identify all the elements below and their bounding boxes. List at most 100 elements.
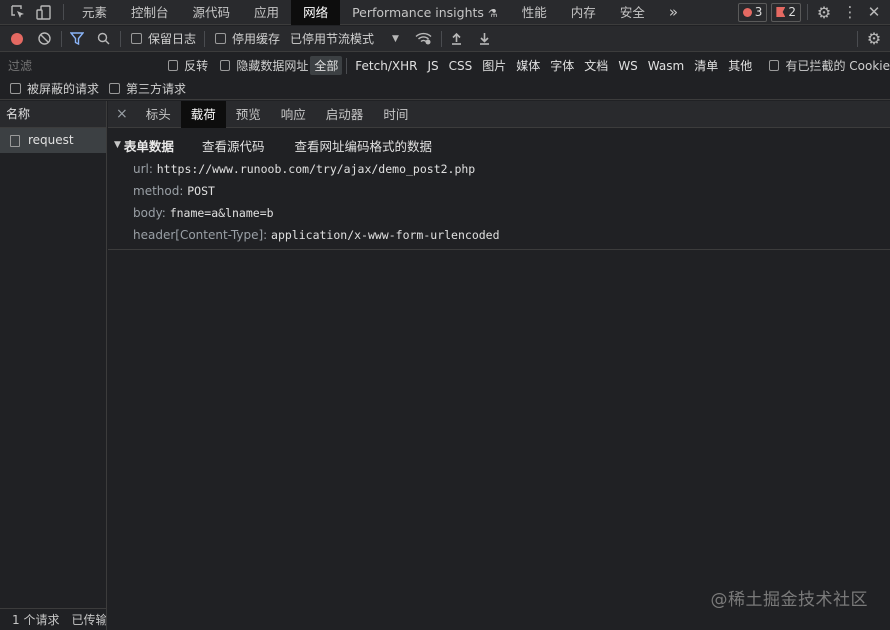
filter-bar: 反转 隐藏数据网址 全部 Fetch/XHR JS CSS 图片 媒体 字体 文…: [0, 53, 890, 78]
tab-memory[interactable]: 内存: [559, 0, 608, 25]
preserve-log-label: 保留日志: [148, 32, 197, 46]
form-field-row: url: https://www.runoob.com/try/ajax/dem…: [108, 158, 890, 180]
tab-sources[interactable]: 源代码: [181, 0, 243, 25]
field-value: application/x-www-form-urlencoded: [271, 228, 500, 242]
device-toolbar-icon[interactable]: [35, 4, 53, 20]
third-party-checkbox[interactable]: [109, 83, 121, 94]
filter-bar-secondary: 被屏蔽的请求 第三方请求: [0, 78, 890, 100]
form-field-row: body: fname=a&lname=b: [108, 202, 890, 224]
request-count: 1 个请求: [12, 613, 60, 627]
disable-cache-label: 停用缓存: [232, 32, 281, 46]
divider: [120, 30, 121, 47]
dropdown-arrow-icon[interactable]: ▼: [392, 34, 399, 44]
tab-performance-insights-label: Performance insights: [352, 4, 484, 20]
filter-type-font[interactable]: 字体: [546, 56, 578, 75]
settings-gear-icon[interactable]: ⚙: [814, 3, 834, 22]
tab-preview[interactable]: 预览: [226, 101, 271, 128]
form-data-header: ▼ 表单数据 查看源代码 查看网址编码格式的数据: [108, 136, 890, 154]
blocked-requests-checkbox[interactable]: [10, 83, 21, 94]
field-key: header[Content-Type]:: [133, 228, 268, 242]
divider: [346, 57, 348, 74]
field-key: body:: [133, 206, 166, 220]
preserve-log-checkbox[interactable]: [131, 33, 142, 44]
request-detail-panel: × 标头 载荷 预览 响应 启动器 时间 ▼ 表单数据 查看源代码 查看网址编码…: [108, 100, 890, 630]
request-name: request: [28, 133, 74, 147]
import-har-upload-icon[interactable]: [450, 32, 464, 45]
expand-triangle-icon[interactable]: ▼: [114, 140, 121, 150]
tab-timing[interactable]: 时间: [373, 101, 418, 128]
tab-payload[interactable]: 载荷: [180, 100, 226, 128]
divider: [440, 30, 442, 47]
tab-console[interactable]: 控制台: [119, 0, 181, 25]
tab-response[interactable]: 响应: [271, 101, 316, 128]
record-button[interactable]: [11, 32, 23, 45]
divider: [857, 30, 858, 47]
name-column-header[interactable]: 名称: [0, 101, 106, 128]
filter-funnel-icon[interactable]: [70, 32, 84, 45]
detail-tab-bar: × 标头 载荷 预览 响应 启动器 时间: [108, 100, 890, 128]
tab-application[interactable]: 应用: [242, 0, 291, 25]
issue-flag-icon: [776, 7, 786, 17]
field-value: https://www.runoob.com/try/ajax/demo_pos…: [156, 162, 476, 176]
tab-headers[interactable]: 标头: [136, 101, 181, 128]
status-bar: 1 个请求 已传输: [0, 608, 106, 630]
filter-type-js[interactable]: JS: [423, 58, 442, 74]
throttling-select[interactable]: 已停用节流模式: [290, 30, 374, 47]
third-party-label: 第三方请求: [126, 82, 187, 96]
errors-count: 3: [754, 5, 763, 19]
disable-cache-checkbox[interactable]: [215, 33, 227, 44]
filter-type-media[interactable]: 媒体: [512, 56, 544, 75]
filter-type-img[interactable]: 图片: [478, 56, 510, 75]
divider: [61, 30, 62, 47]
divider: [204, 30, 206, 47]
form-data-title[interactable]: 表单数据: [124, 136, 174, 155]
request-row[interactable]: request: [0, 128, 106, 153]
filter-type-css[interactable]: CSS: [445, 58, 477, 74]
export-har-download-icon[interactable]: [478, 32, 492, 45]
search-icon[interactable]: [96, 32, 110, 45]
filter-type-ws[interactable]: WS: [614, 58, 641, 74]
view-url-encoded-link[interactable]: 查看网址编码格式的数据: [294, 136, 432, 155]
filter-type-other[interactable]: 其他: [724, 56, 756, 75]
close-detail-icon[interactable]: ×: [108, 101, 136, 128]
issues-count: 2: [788, 5, 796, 19]
form-data-section: ▼ 表单数据 查看源代码 查看网址编码格式的数据 url: https://ww…: [108, 128, 890, 250]
filter-type-all[interactable]: 全部: [310, 56, 343, 75]
form-field-row: header[Content-Type]: application/x-www-…: [108, 224, 890, 246]
more-options-kebab-icon[interactable]: ⋮: [840, 3, 860, 21]
invert-checkbox[interactable]: [167, 60, 179, 71]
view-source-link[interactable]: 查看源代码: [202, 136, 265, 155]
issues-badge[interactable]: 2: [771, 2, 801, 22]
devtools-tab-bar: 元素 控制台 源代码 应用 网络 Performance insights ⚗ …: [0, 0, 890, 25]
tab-elements[interactable]: 元素: [70, 0, 119, 25]
tab-performance[interactable]: 性能: [510, 0, 559, 25]
field-value: fname=a&lname=b: [169, 206, 274, 220]
tab-network[interactable]: 网络: [291, 0, 341, 25]
filter-type-manifest[interactable]: 清单: [690, 56, 722, 75]
filter-type-doc[interactable]: 文档: [580, 56, 612, 75]
network-conditions-wifi-icon[interactable]: [415, 32, 433, 45]
hide-data-urls-checkbox[interactable]: [220, 60, 231, 71]
more-tabs-chevron-icon[interactable]: »: [657, 0, 690, 25]
divider: [63, 4, 64, 20]
tab-initiator[interactable]: 启动器: [316, 101, 374, 128]
blocked-cookies-label: 有已拦截的 Cookie: [785, 59, 890, 73]
errors-badge[interactable]: 3: [737, 2, 768, 22]
request-file-icon: [10, 134, 20, 147]
filter-type-wasm[interactable]: Wasm: [644, 58, 688, 74]
blocked-cookies-checkbox[interactable]: [769, 60, 780, 71]
close-devtools-icon[interactable]: ✕: [864, 3, 884, 21]
invert-label: 反转: [184, 59, 209, 73]
network-toolbar: 保留日志 停用缓存 已停用节流模式 ▼ ⚙: [0, 26, 890, 52]
network-settings-gear-icon[interactable]: ⚙: [864, 29, 884, 48]
flask-icon: ⚗: [487, 6, 498, 20]
blocked-requests-label: 被屏蔽的请求: [27, 82, 100, 96]
form-field-row: method: POST: [108, 180, 890, 202]
divider: [807, 4, 808, 20]
clear-icon[interactable]: [37, 32, 51, 45]
inspect-element-icon[interactable]: [9, 4, 27, 20]
tab-performance-insights[interactable]: Performance insights ⚗: [340, 0, 510, 25]
tab-security[interactable]: 安全: [608, 0, 657, 25]
filter-type-fetch-xhr[interactable]: Fetch/XHR: [351, 58, 421, 74]
filter-input[interactable]: [4, 55, 160, 76]
